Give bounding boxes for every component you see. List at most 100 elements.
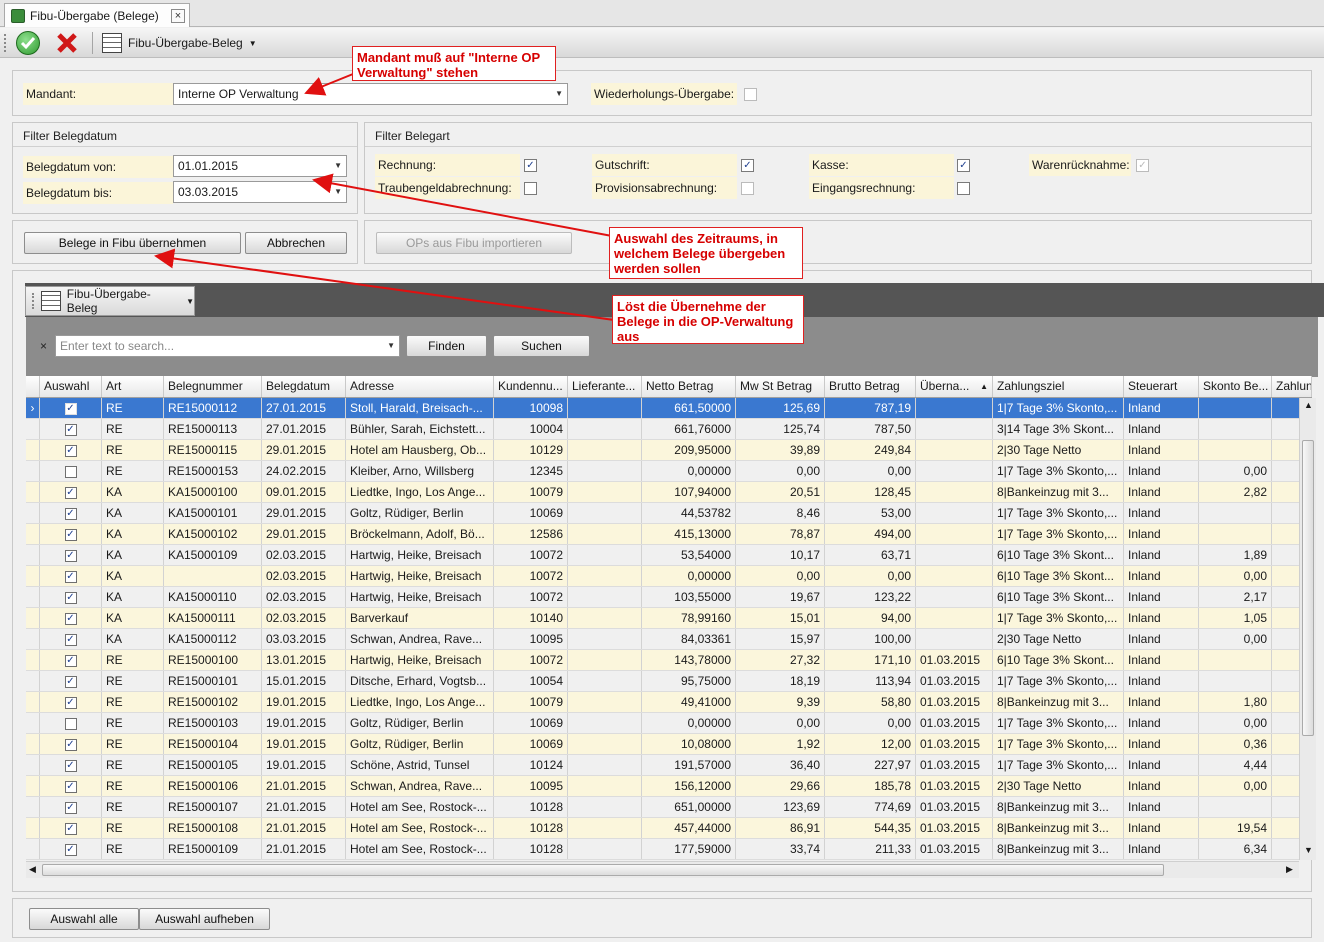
table-row[interactable]: ✓ RE RE15000113 27.01.2015 Bühler, Sarah, Ei… bbox=[26, 419, 1312, 440]
table-row[interactable]: ✓ KA KA15000110 02.03.2015 Hartwig, Heike, B… bbox=[26, 587, 1312, 608]
select-checkbox-cell[interactable]: ✓ bbox=[40, 419, 102, 439]
select-checkbox-cell[interactable]: ✓ bbox=[40, 839, 102, 859]
row-checkbox[interactable]: ✓ bbox=[64, 801, 77, 814]
close-icon[interactable]: × bbox=[171, 8, 185, 23]
select-checkbox-cell[interactable]: ✓ bbox=[40, 671, 102, 691]
select-checkbox-cell[interactable]: ✓ bbox=[40, 440, 102, 460]
search-input[interactable]: Enter text to search... ▼ bbox=[55, 335, 400, 357]
column-header[interactable]: Skonto Be... bbox=[1199, 376, 1272, 397]
row-checkbox[interactable]: ✓ bbox=[64, 423, 77, 436]
select-checkbox-cell[interactable]: ✓ bbox=[40, 650, 102, 670]
column-header[interactable]: Steuerart bbox=[1124, 376, 1199, 397]
scroll-up-icon[interactable]: ▲ bbox=[1304, 400, 1313, 410]
filter-gutschrift-checkbox[interactable]: ✓ bbox=[741, 159, 754, 172]
column-header[interactable]: Belegnummer bbox=[164, 376, 262, 397]
select-checkbox-cell[interactable]: ✓ bbox=[40, 629, 102, 649]
row-checkbox[interactable]: ✓ bbox=[64, 633, 77, 646]
grid-report-dropdown[interactable]: Fibu-Übergabe-Beleg ▼ bbox=[25, 286, 195, 316]
select-checkbox-cell[interactable] bbox=[40, 713, 102, 733]
column-header[interactable]: Brutto Betrag bbox=[825, 376, 916, 397]
select-checkbox-cell[interactable] bbox=[40, 461, 102, 481]
select-checkbox-cell[interactable]: ✓ bbox=[40, 482, 102, 502]
filter-eingang-checkbox[interactable] bbox=[957, 182, 970, 195]
table-row[interactable]: ✓ KA KA15000101 29.01.2015 Goltz, Rüdiger, B… bbox=[26, 503, 1312, 524]
table-row[interactable]: › ✓ RE RE15000112 27.01.2015 Stoll, Harald, B… bbox=[26, 398, 1312, 419]
table-row[interactable]: RE RE15000153 24.02.2015 Kleiber, Arno, Wil… bbox=[26, 461, 1312, 482]
select-all-button[interactable]: Auswahl alle bbox=[29, 908, 139, 930]
select-checkbox-cell[interactable]: ✓ bbox=[40, 818, 102, 838]
filter-traubengeld-checkbox[interactable] bbox=[524, 182, 537, 195]
table-row[interactable]: ✓ KA 02.03.2015 Hartwig, Heike, Breisach 100… bbox=[26, 566, 1312, 587]
row-checkbox[interactable]: ✓ bbox=[64, 696, 77, 709]
table-row[interactable]: ✓ RE RE15000104 19.01.2015 Goltz, Rüdiger, B… bbox=[26, 734, 1312, 755]
column-header[interactable]: Lieferante... bbox=[568, 376, 642, 397]
table-row[interactable]: RE RE15000103 19.01.2015 Goltz, Rüdiger, Be… bbox=[26, 713, 1312, 734]
table-row[interactable]: ✓ RE RE15000100 13.01.2015 Hartwig, Heike, B… bbox=[26, 650, 1312, 671]
filter-provision-checkbox[interactable] bbox=[741, 182, 754, 195]
table-row[interactable]: ✓ KA KA15000100 09.01.2015 Liedtke, Ingo, Lo… bbox=[26, 482, 1312, 503]
table-row[interactable]: ✓ RE RE15000101 15.01.2015 Ditsche, Erhard, … bbox=[26, 671, 1312, 692]
table-row[interactable]: ✓ RE RE15000105 19.01.2015 Schöne, Astrid, T… bbox=[26, 755, 1312, 776]
select-checkbox-cell[interactable]: ✓ bbox=[40, 545, 102, 565]
row-checkbox[interactable]: ✓ bbox=[64, 675, 77, 688]
report-dropdown-button[interactable]: Fibu-Übergabe-Beleg ▼ bbox=[102, 32, 257, 54]
row-checkbox[interactable]: ✓ bbox=[64, 759, 77, 772]
horizontal-scrollbar[interactable]: ◀ ▶ bbox=[26, 861, 1299, 878]
row-checkbox[interactable]: ✓ bbox=[64, 486, 77, 499]
row-checkbox[interactable]: ✓ bbox=[64, 822, 77, 835]
table-row[interactable]: ✓ RE RE15000102 19.01.2015 Liedtke, Ingo, Lo… bbox=[26, 692, 1312, 713]
row-checkbox[interactable]: ✓ bbox=[64, 591, 77, 604]
row-checkbox[interactable]: ✓ bbox=[64, 738, 77, 751]
select-checkbox-cell[interactable]: ✓ bbox=[40, 587, 102, 607]
confirm-button[interactable] bbox=[16, 31, 40, 55]
column-header[interactable]: Art bbox=[102, 376, 164, 397]
scroll-left-icon[interactable]: ◀ bbox=[29, 864, 36, 875]
select-checkbox-cell[interactable]: ✓ bbox=[40, 797, 102, 817]
row-checkbox[interactable]: ✓ bbox=[64, 570, 77, 583]
filter-rechnung-checkbox[interactable]: ✓ bbox=[524, 159, 537, 172]
row-checkbox[interactable]: ✓ bbox=[64, 654, 77, 667]
scroll-thumb[interactable] bbox=[1302, 440, 1314, 736]
horizontal-scroll-thumb[interactable] bbox=[42, 864, 1164, 876]
column-header[interactable]: Adresse bbox=[346, 376, 494, 397]
table-row[interactable]: ✓ RE RE15000108 21.01.2015 Hotel am See, Ros… bbox=[26, 818, 1312, 839]
filter-warenruecknahme-checkbox[interactable]: ✓ bbox=[1136, 159, 1149, 172]
select-checkbox-cell[interactable]: ✓ bbox=[40, 755, 102, 775]
table-row[interactable]: ✓ RE RE15000115 29.01.2015 Hotel am Hausberg… bbox=[26, 440, 1312, 461]
row-checkbox[interactable] bbox=[64, 717, 77, 730]
row-checkbox[interactable]: ✓ bbox=[64, 444, 77, 457]
column-header[interactable]: Zahlungsziel bbox=[993, 376, 1124, 397]
date-to-field[interactable]: 03.03.2015 ▼ bbox=[173, 181, 347, 203]
scroll-right-icon[interactable]: ▶ bbox=[1286, 864, 1293, 875]
deselect-all-button[interactable]: Auswahl aufheben bbox=[139, 908, 270, 930]
cancel-icon-button[interactable] bbox=[55, 31, 79, 55]
select-checkbox-cell[interactable]: ✓ bbox=[40, 524, 102, 544]
row-checkbox[interactable]: ✓ bbox=[64, 780, 77, 793]
mandant-select[interactable]: Interne OP Verwaltung ▼ bbox=[173, 83, 568, 105]
vertical-scrollbar[interactable]: ▲ ▼ bbox=[1299, 398, 1316, 860]
table-row[interactable]: ✓ KA KA15000109 02.03.2015 Hartwig, Heike, B… bbox=[26, 545, 1312, 566]
row-checkbox[interactable]: ✓ bbox=[64, 612, 77, 625]
select-checkbox-cell[interactable]: ✓ bbox=[40, 566, 102, 586]
column-header[interactable]: Belegdatum bbox=[262, 376, 346, 397]
column-header[interactable]: Überna... ▲ bbox=[916, 376, 993, 397]
select-checkbox-cell[interactable]: ✓ bbox=[40, 776, 102, 796]
row-checkbox[interactable] bbox=[64, 465, 77, 478]
row-checkbox[interactable]: ✓ bbox=[64, 402, 77, 415]
take-over-button[interactable]: Belege in Fibu übernehmen bbox=[24, 232, 241, 254]
select-checkbox-cell[interactable]: ✓ bbox=[40, 692, 102, 712]
row-checkbox[interactable]: ✓ bbox=[64, 843, 77, 856]
column-header[interactable]: Zahlun bbox=[1272, 376, 1312, 397]
table-row[interactable]: ✓ RE RE15000109 21.01.2015 Hotel am See, Ros… bbox=[26, 839, 1312, 860]
column-header[interactable]: Kundennu... bbox=[494, 376, 568, 397]
table-row[interactable]: ✓ RE RE15000107 21.01.2015 Hotel am See, Ros… bbox=[26, 797, 1312, 818]
abort-button[interactable]: Abbrechen bbox=[245, 232, 347, 254]
column-header[interactable]: Netto Betrag bbox=[642, 376, 736, 397]
search-button[interactable]: Suchen bbox=[493, 335, 590, 357]
select-checkbox-cell[interactable]: ✓ bbox=[40, 734, 102, 754]
filter-kasse-checkbox[interactable]: ✓ bbox=[957, 159, 970, 172]
row-checkbox[interactable]: ✓ bbox=[64, 549, 77, 562]
table-row[interactable]: ✓ KA KA15000111 02.03.2015 Barverkauf 10140 78… bbox=[26, 608, 1312, 629]
table-row[interactable]: ✓ KA KA15000112 03.03.2015 Schwan, Andrea, R… bbox=[26, 629, 1312, 650]
table-row[interactable]: ✓ KA KA15000102 29.01.2015 Bröckelmann, Adol… bbox=[26, 524, 1312, 545]
